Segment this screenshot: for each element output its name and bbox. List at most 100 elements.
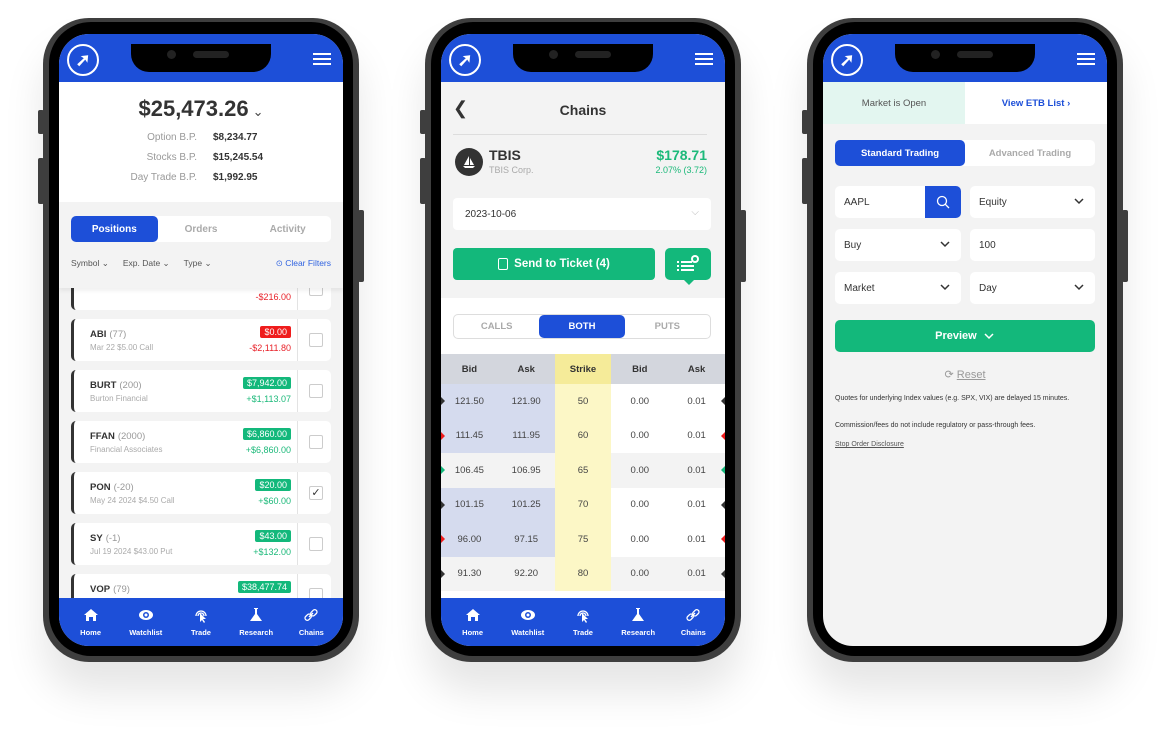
duration-select[interactable]: Day (970, 272, 1095, 304)
strike: 80 (554, 556, 612, 591)
action-select[interactable]: Buy (835, 229, 961, 261)
nav-trade[interactable]: Trade (556, 607, 610, 637)
tab-advanced-trading[interactable]: Advanced Trading (965, 140, 1095, 166)
security-type-select[interactable]: Equity (970, 186, 1095, 218)
quantity-input[interactable]: 100 (970, 229, 1095, 261)
segment-puts[interactable]: PUTS (625, 315, 710, 338)
position-checkbox[interactable] (309, 333, 323, 347)
call-ask[interactable]: 97.15 (497, 522, 555, 557)
put-bid[interactable]: 0.00 (611, 384, 668, 419)
expiration-select[interactable]: 2023-10-06 ⌵ (453, 198, 711, 230)
position-checkbox[interactable] (309, 588, 323, 598)
positions-list[interactable]: ABI(77)$2,275.00-$216.00ABI(77)Mar 22 $5… (59, 274, 343, 598)
logo-arrow-icon[interactable]: ➚ (67, 44, 99, 76)
put-ask[interactable]: 0.01 (668, 384, 725, 419)
position-card[interactable]: FFAN (2000) Financial Associates $6,860.00 +… (71, 421, 331, 463)
filter-symbol[interactable]: Symbol ⌄ (71, 258, 109, 269)
position-card[interactable]: SY (-1) Jul 19 2024 $43.00 Put $43.00 +$132.… (71, 523, 331, 565)
put-bid[interactable]: 0.00 (611, 488, 668, 523)
call-ask[interactable]: 106.95 (498, 453, 555, 488)
call-ask[interactable]: 111.95 (497, 418, 555, 453)
account-total[interactable]: $25,473.26 ⌄ (59, 96, 343, 122)
column-header: Bid (461, 363, 478, 375)
preview-button[interactable]: Preview (835, 320, 1095, 352)
strike: 65 (554, 453, 612, 488)
position-symbol: FFAN (2000) (90, 431, 145, 442)
put-ask[interactable]: 0.01 (668, 557, 725, 592)
logo-arrow-icon[interactable]: ➚ (449, 44, 481, 76)
call-bid[interactable]: 106.45 (441, 453, 498, 488)
call-bid[interactable]: 121.50 (441, 384, 498, 419)
segment-calls[interactable]: CALLS (454, 315, 539, 338)
call-bid[interactable]: 111.45 (441, 418, 498, 453)
position-card[interactable]: VOP (79) $38,477.74 (71, 574, 331, 598)
reset-link[interactable]: ⟳ Reset (823, 368, 1107, 381)
hamburger-menu-icon[interactable] (695, 53, 713, 65)
chain-row[interactable]: 121.50 121.90 50 0.00 0.01 (441, 384, 725, 419)
position-checkbox[interactable]: ✓ (309, 486, 323, 500)
symbol-text: FFAN (90, 431, 115, 442)
call-bid[interactable]: 96.00 (441, 522, 498, 557)
search-button[interactable] (925, 186, 961, 218)
position-checkbox[interactable] (309, 537, 323, 551)
nav-watchlist[interactable]: Watchlist (501, 607, 555, 637)
nav-chains[interactable]: Chains (666, 607, 720, 637)
put-bid[interactable]: 0.00 (611, 453, 668, 488)
tab-standard-trading[interactable]: Standard Trading (835, 140, 965, 166)
position-card[interactable]: ABI (77) Mar 22 $5.00 Call $0.00 -$2,111.80 (71, 319, 331, 361)
chain-row[interactable]: 111.45 111.95 60 0.00 0.01 (441, 418, 725, 454)
home-icon (465, 607, 481, 628)
tab-orders[interactable]: Orders (158, 216, 245, 242)
call-bid[interactable]: 91.30 (441, 557, 498, 592)
chain-row[interactable]: 106.45 106.95 65 0.00 0.01 (441, 453, 725, 488)
order-list-button[interactable] (665, 248, 711, 285)
position-card[interactable]: BURT (200) Burton Financial $7,942.00 +$1,11… (71, 370, 331, 412)
segment-both[interactable]: BOTH (539, 315, 625, 338)
nav-home[interactable]: Home (64, 607, 118, 637)
tab-positions[interactable]: Positions (71, 216, 158, 242)
chain-row[interactable]: 91.30 92.20 80 0.00 0.01 (441, 556, 725, 592)
hamburger-menu-icon[interactable] (313, 53, 331, 65)
chain-row[interactable]: 96.00 97.15 75 0.00 0.01 (441, 522, 725, 557)
column-header: Bid (632, 363, 648, 375)
view-etb-list-link[interactable]: View ETB List › (965, 82, 1107, 124)
position-value-badge: $20.00 (255, 479, 291, 491)
tab-activity[interactable]: Activity (244, 216, 331, 242)
nav-watchlist[interactable]: Watchlist (119, 607, 173, 637)
nav-research[interactable]: Research (611, 607, 665, 637)
filter-type[interactable]: Type ⌄ (184, 258, 212, 269)
put-bid[interactable]: 0.00 (611, 419, 668, 454)
send-to-ticket-button[interactable]: Send to Ticket (4) (453, 248, 655, 280)
clear-filters-link[interactable]: ⊙ Clear Filters (276, 258, 331, 269)
position-checkbox[interactable] (309, 384, 323, 398)
put-ask[interactable]: 0.01 (668, 453, 725, 488)
notch (131, 44, 271, 72)
nav-research[interactable]: Research (229, 607, 283, 637)
nav-chains[interactable]: Chains (284, 607, 338, 637)
put-ask[interactable]: 0.01 (668, 522, 725, 557)
stock-price: $178.71 (656, 147, 707, 163)
call-bid[interactable]: 101.15 (441, 487, 498, 522)
phone-chains: ➚ ❮ Chains TBIS TBIS Corp. $178.71 2.07%… (420, 18, 746, 662)
symbol-input[interactable]: AAPL (835, 186, 961, 218)
put-bid[interactable]: 0.00 (611, 522, 668, 557)
filter-exp-date[interactable]: Exp. Date ⌄ (123, 258, 170, 269)
put-bid[interactable]: 0.00 (611, 557, 668, 592)
symbol-text: SY (90, 533, 103, 544)
put-ask[interactable]: 0.01 (668, 419, 725, 454)
nav-trade[interactable]: Trade (174, 607, 228, 637)
position-card[interactable]: PON (-20) May 24 2024 $4.50 Call $20.00 +$60… (71, 472, 331, 514)
nav-label: Chains (298, 628, 324, 637)
order-type-select[interactable]: Market (835, 272, 961, 304)
nav-home[interactable]: Home (446, 607, 500, 637)
logo-arrow-icon[interactable]: ➚ (831, 44, 863, 76)
put-ask[interactable]: 0.01 (668, 488, 725, 523)
call-ask[interactable]: 101.25 (497, 487, 555, 522)
row-marker-left (441, 431, 445, 440)
chain-row[interactable]: 101.15 101.25 70 0.00 0.01 (441, 487, 725, 523)
stop-order-disclosure-link[interactable]: Stop Order Disclosure (835, 440, 1091, 449)
hamburger-menu-icon[interactable] (1077, 53, 1095, 65)
call-ask[interactable]: 121.90 (497, 384, 555, 419)
call-ask[interactable]: 92.20 (498, 557, 555, 592)
position-checkbox[interactable] (309, 435, 323, 449)
